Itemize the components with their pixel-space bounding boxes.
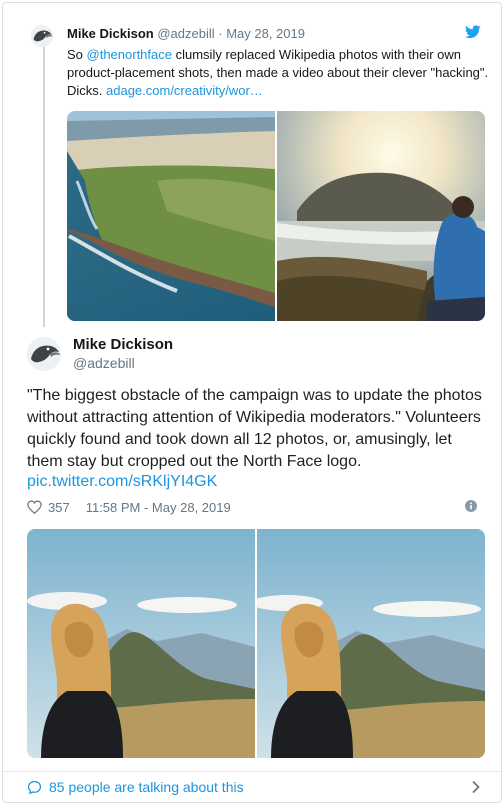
woman-mountain-photo-2[interactable] [257, 529, 485, 758]
quoted-tweet-header: Mike Dickison @adzebill · May 28, 2019 [67, 26, 305, 41]
quoted-text-part: So [67, 47, 87, 62]
hiker-sunset-photo[interactable] [277, 111, 485, 321]
tweet-media [27, 529, 485, 758]
pic-twitter-link[interactable]: pic.twitter.com/sRKljYI4GK [27, 473, 217, 491]
thread-connector-line [43, 47, 45, 327]
talking-label: 85 people are talking about this [49, 779, 244, 795]
coastal-aerial-photo[interactable] [67, 111, 275, 321]
author-name[interactable]: Mike Dickison [73, 336, 173, 353]
quoted-tweet-date[interactable]: May 28, 2019 [226, 26, 305, 41]
footer-divider [3, 771, 501, 772]
quoted-author-handle[interactable]: @adzebill [157, 26, 214, 41]
like-count[interactable]: 357 [48, 500, 70, 515]
tweet-embed-card: Mike Dickison @adzebill · May 28, 2019 S… [2, 2, 502, 803]
woman-mountain-photo-1[interactable] [27, 529, 255, 758]
quoted-tweet-text: So @thenorthface clumsily replaced Wikip… [67, 46, 493, 100]
header-separator: · [218, 26, 223, 41]
talking-about-link[interactable]: 85 people are talking about this [27, 777, 481, 797]
twitter-bird-icon[interactable] [465, 25, 481, 39]
author-avatar[interactable] [27, 337, 61, 371]
quoted-author-avatar[interactable] [31, 25, 53, 47]
tweet-timestamp[interactable]: 11:58 PM - May 28, 2019 [86, 500, 231, 515]
chevron-right-icon[interactable] [471, 780, 481, 794]
quoted-author-name[interactable]: Mike Dickison [67, 26, 154, 41]
mention-link[interactable]: @thenorthface [87, 47, 172, 62]
info-icon[interactable] [465, 500, 477, 512]
tweet-text: "The biggest obstacle of the campaign wa… [27, 387, 482, 470]
author-handle[interactable]: @adzebill [73, 355, 135, 371]
heart-icon[interactable] [27, 500, 42, 514]
article-link[interactable]: adage.com/creativity/wor… [106, 83, 263, 98]
quoted-tweet-media [67, 111, 485, 321]
speech-bubble-icon [27, 780, 42, 795]
tweet-meta: 357 11:58 PM - May 28, 2019 [27, 498, 231, 516]
